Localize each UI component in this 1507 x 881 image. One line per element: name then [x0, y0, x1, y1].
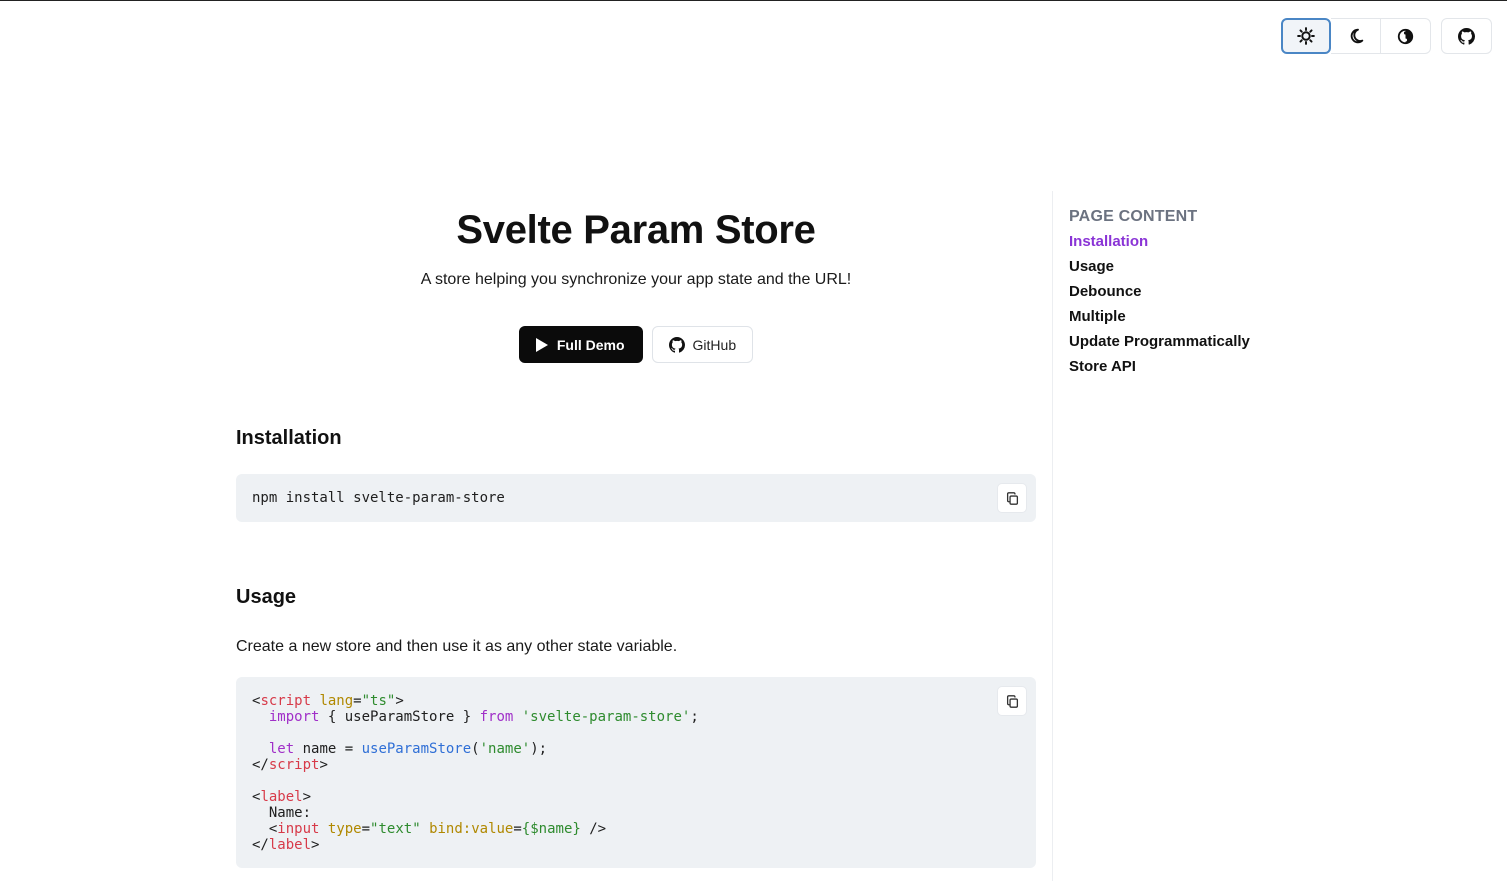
copy-icon [1006, 694, 1018, 708]
usage-code-block: <script lang="ts"> import { useParamStor… [236, 677, 1036, 868]
github-button[interactable]: GitHub [651, 326, 754, 363]
toc-list: Installation Usage Debounce Multiple Upd… [1069, 233, 1250, 383]
copy-button[interactable] [997, 686, 1027, 716]
usage-description: Create a new store and then use it as an… [236, 638, 678, 655]
light-theme-button[interactable] [1281, 18, 1331, 54]
copy-icon [1006, 491, 1018, 505]
full-demo-label: Full Demo [556, 336, 625, 353]
toc-item-debounce[interactable]: Debounce [1069, 283, 1250, 308]
toc-item-store-api[interactable]: Store API [1069, 358, 1250, 383]
github-button-label: GitHub [692, 336, 737, 353]
github-icon [668, 336, 685, 353]
sun-icon [1297, 27, 1315, 45]
dark-theme-button[interactable] [1331, 18, 1381, 54]
github-link-button[interactable] [1441, 18, 1492, 54]
half-circle-icon [1397, 28, 1414, 44]
system-theme-button[interactable] [1381, 18, 1431, 54]
toc-item-multiple[interactable]: Multiple [1069, 308, 1250, 333]
moon-icon [1350, 28, 1363, 44]
page-title: Svelte Param Store [456, 208, 816, 252]
usage-heading: Usage [236, 586, 297, 608]
page-subtitle: A store helping you synchronize your app… [420, 271, 852, 288]
theme-switcher [1281, 18, 1431, 54]
installation-code-block: npm install svelte-param-store [236, 474, 1036, 522]
copy-button[interactable] [997, 483, 1027, 513]
installation-heading: Installation [236, 427, 342, 449]
toc-item-update-programmatically[interactable]: Update Programmatically [1069, 333, 1250, 358]
toc-sidebar: PAGE CONTENT Installation Usage Debounce… [1052, 191, 1507, 881]
hero-actions: Full Demo GitHub [236, 326, 1036, 363]
github-icon [1458, 27, 1475, 45]
installation-code: npm install svelte-param-store [252, 490, 505, 506]
toc-title: PAGE CONTENT [1069, 208, 1198, 225]
full-demo-button[interactable]: Full Demo [518, 326, 643, 363]
play-icon [535, 337, 548, 352]
usage-code: <script lang="ts"> import { useParamStor… [252, 693, 699, 853]
toc-item-usage[interactable]: Usage [1069, 258, 1250, 283]
toc-item-installation[interactable]: Installation [1069, 233, 1250, 258]
